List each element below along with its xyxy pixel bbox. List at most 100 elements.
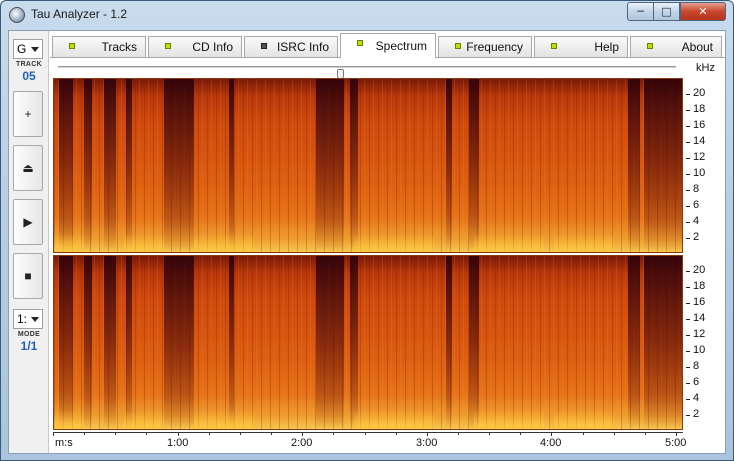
bass-energy (124, 411, 164, 429)
add-button[interactable]: + (13, 91, 43, 137)
frequency-tick (686, 238, 690, 239)
frequency-tick (686, 206, 690, 207)
tab-label: ISRC Info (276, 40, 329, 54)
time-tick-label: 2:00 (291, 437, 313, 449)
mode-caption: MODE (17, 331, 41, 338)
tab-frequency[interactable]: Frequency (438, 36, 532, 57)
spectrogram-right-channel[interactable] (53, 255, 683, 430)
stop-button[interactable]: ■ (13, 253, 43, 299)
time-tick (115, 432, 116, 435)
frequency-tick-label: 18 (693, 103, 706, 115)
frequency-tick-label: 16 (693, 119, 706, 131)
frequency-tick-label: 4 (693, 392, 700, 404)
tab-about[interactable]: About (630, 36, 722, 57)
frequency-tick (686, 415, 690, 416)
track-selector[interactable]: G (13, 39, 43, 59)
client-area: G TRACK 05 + ⏏ ▶ ■ 1: MODE 1/1 Tracks CD… (8, 30, 726, 454)
quiet-section (126, 79, 132, 252)
status-led-icon (647, 43, 653, 49)
quiet-section (59, 256, 73, 429)
tab-isrc-info[interactable]: ISRC Info (244, 36, 338, 57)
time-tick (520, 432, 521, 435)
time-tick (333, 432, 334, 435)
frequency-tick-label: 18 (693, 280, 706, 292)
time-tick (178, 432, 179, 436)
frequency-tick (686, 303, 690, 304)
sidebar: G TRACK 05 + ⏏ ▶ ■ 1: MODE 1/1 (9, 31, 49, 453)
status-led-icon (357, 40, 363, 46)
position-slider[interactable] (58, 66, 676, 79)
bass-energy (124, 234, 164, 252)
frequency-axis-bottom: 20 18 16 14 12 10 8 6 4 2 (686, 255, 720, 430)
bass-energy (554, 411, 614, 429)
tab-label: Frequency (466, 40, 523, 54)
window-title: Tau Analyzer - 1.2 (31, 7, 128, 21)
status-led-icon (69, 43, 75, 49)
time-tick-label: 5:00 (665, 437, 687, 449)
frequency-tick-label: 12 (693, 328, 706, 340)
track-number: 05 (22, 69, 36, 83)
frequency-axis-top: 20 18 16 14 12 10 8 6 4 2 (686, 78, 720, 253)
title-bar[interactable]: Tau Analyzer - 1.2 ─ □ ✕ (1, 1, 733, 29)
status-led-icon (261, 43, 267, 49)
stop-icon: ■ (24, 269, 32, 283)
tab-help[interactable]: Help (534, 36, 628, 57)
mode-selector[interactable]: 1: (13, 309, 43, 329)
quiet-section (628, 256, 640, 429)
quiet-section (469, 79, 479, 252)
quiet-section (229, 256, 234, 429)
frequency-tick (686, 94, 690, 95)
frequency-tick-label: 14 (693, 312, 706, 324)
frequency-tick (686, 383, 690, 384)
frequency-tick-label: 8 (693, 360, 700, 372)
spectrum-panel: kHz 20 18 16 14 12 10 8 6 4 2 20 18 16 14 12 10 8 6 4 2 m:… (50, 57, 725, 453)
quiet-section (164, 256, 194, 429)
frequency-unit-label: kHz (696, 62, 715, 74)
status-led-icon (551, 43, 557, 49)
play-button[interactable]: ▶ (13, 199, 43, 245)
spectrogram-image (54, 79, 682, 252)
frequency-tick-label: 10 (693, 344, 706, 356)
time-tick (146, 432, 147, 435)
close-button[interactable]: ✕ (680, 2, 726, 21)
time-tick (365, 432, 366, 435)
frequency-tick-label: 8 (693, 183, 700, 195)
chevron-down-icon (31, 47, 39, 52)
frequency-tick (686, 351, 690, 352)
app-icon (9, 7, 25, 23)
mode-selector-value: 1: (17, 312, 28, 326)
minimize-button[interactable]: ─ (627, 2, 654, 21)
quiet-section (446, 79, 452, 252)
time-tick (84, 432, 85, 435)
tab-spectrum[interactable]: Spectrum (340, 33, 436, 58)
tab-cd-info[interactable]: CD Info (148, 36, 242, 57)
bass-energy (474, 411, 544, 429)
spectrogram-left-channel[interactable] (53, 78, 683, 253)
frequency-tick-label: 20 (693, 264, 706, 276)
quiet-section (350, 79, 358, 252)
frequency-tick (686, 222, 690, 223)
frequency-tick-label: 6 (693, 376, 700, 388)
tab-tracks[interactable]: Tracks (52, 36, 146, 57)
quiet-section (104, 79, 116, 252)
status-led-icon (455, 43, 461, 49)
time-tick (583, 432, 584, 435)
tab-label: CD Info (192, 40, 233, 54)
frequency-tick-label: 4 (693, 215, 700, 227)
time-tick-label: 3:00 (416, 437, 438, 449)
time-tick-label: 1:00 (167, 437, 189, 449)
bass-energy (474, 234, 544, 252)
quiet-section (628, 79, 640, 252)
quiet-section (469, 256, 479, 429)
time-axis-line (53, 432, 683, 433)
quiet-section (164, 79, 194, 252)
quiet-section (59, 79, 73, 252)
eject-button[interactable]: ⏏ (13, 145, 43, 191)
time-tick (53, 432, 54, 436)
time-tick (458, 432, 459, 435)
time-tick (396, 432, 397, 435)
maximize-button[interactable]: □ (653, 2, 680, 21)
spectrogram-image (54, 256, 682, 429)
frequency-tick-label: 14 (693, 135, 706, 147)
track-caption: TRACK (16, 61, 42, 68)
